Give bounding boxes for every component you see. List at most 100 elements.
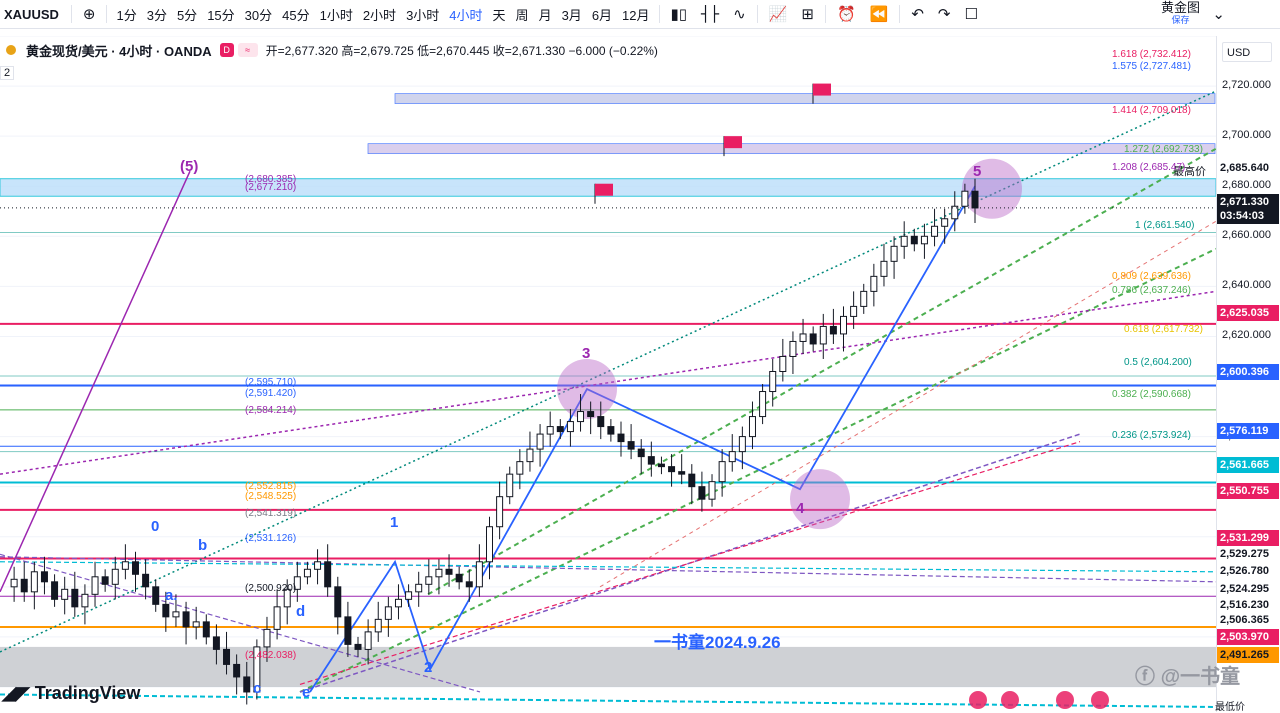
- candle-body: [51, 581, 59, 600]
- candle-body: [364, 631, 372, 650]
- interval-5[interactable]: 45分: [277, 0, 314, 28]
- interval-9[interactable]: 4小时: [444, 0, 487, 28]
- candle-body: [809, 333, 817, 345]
- candle-body: [354, 643, 362, 650]
- candle-body: [880, 260, 888, 277]
- candle-body: [303, 568, 311, 578]
- event-marker-icon: [1091, 691, 1109, 709]
- candle-body: [20, 578, 28, 593]
- price-tick: 2,660.000: [1222, 229, 1271, 242]
- candle-body: [748, 416, 756, 438]
- candle-body: [566, 421, 574, 433]
- wave-highlight-circle: [557, 359, 617, 420]
- interval-2[interactable]: 5分: [172, 0, 202, 28]
- candle-body: [223, 648, 231, 665]
- trend-line: [0, 693, 1216, 708]
- brand-name: TradingView: [34, 683, 141, 703]
- price-label: 2,516.230: [1217, 597, 1279, 613]
- templates-icon[interactable]: ⊞: [794, 0, 821, 28]
- wave-label: 4: [796, 500, 805, 517]
- interval-8[interactable]: 3小时: [401, 0, 444, 28]
- event-marker-icon: [1001, 691, 1019, 709]
- candle-body: [738, 436, 746, 453]
- candle-body: [910, 235, 918, 245]
- candle-body: [162, 603, 170, 618]
- currency-selector[interactable]: USD: [1222, 42, 1272, 62]
- price-tick: 2,720.000: [1222, 79, 1271, 92]
- interval-15[interactable]: 12月: [617, 0, 654, 28]
- interval-12[interactable]: 月: [534, 0, 557, 28]
- layout-icon[interactable]: ☐: [957, 0, 984, 28]
- candle-body: [121, 561, 129, 570]
- wave-highlight-circle: [962, 158, 1022, 219]
- interval-1[interactable]: 3分: [142, 0, 172, 28]
- alert-icon[interactable]: ⏰: [830, 0, 863, 28]
- fib-level-label: (2,591.420): [245, 388, 297, 399]
- price-tick: 2,640.000: [1222, 279, 1271, 292]
- candle-body: [870, 275, 878, 292]
- bar-style-icon[interactable]: ┤├: [694, 0, 726, 28]
- divider: [106, 5, 108, 23]
- price-label: 2,524.295: [1217, 581, 1279, 597]
- fib-level-label: (2,595.710): [245, 377, 297, 388]
- trend-line: [0, 561, 1216, 573]
- save-layout-button[interactable]: 黄金图 保存: [1161, 0, 1200, 28]
- wave-label: 2: [424, 659, 433, 676]
- candle-body: [678, 471, 686, 475]
- candle-body: [850, 305, 858, 317]
- author-tag: ⓕ @一书童: [1135, 666, 1241, 688]
- indicator-legend[interactable]: 2: [0, 66, 15, 80]
- candle-body: [131, 561, 139, 575]
- interval-14[interactable]: 6月: [587, 0, 617, 28]
- candle-body: [152, 586, 160, 605]
- trend-line: [0, 170, 191, 593]
- candle-body: [182, 611, 190, 628]
- indicators-icon[interactable]: 📈: [762, 0, 795, 28]
- candle-body: [415, 583, 423, 593]
- replay-icon[interactable]: ⏪: [863, 0, 896, 28]
- event-marker-icon: [1056, 691, 1074, 709]
- add-symbol-icon[interactable]: ⊕: [76, 0, 103, 28]
- interval-4[interactable]: 30分: [240, 0, 277, 28]
- price-label: 2,529.275: [1217, 546, 1279, 562]
- fib-level-label: (2,677.210): [245, 182, 297, 193]
- redo-icon[interactable]: ↷: [931, 0, 958, 28]
- support-zone: [0, 646, 1216, 687]
- interval-list: 1分 3分 5分 15分 30分 45分 1小时 2小时 3小时 4小时天周月 3月 6月 12月: [111, 0, 654, 28]
- line-style-icon[interactable]: ∿: [726, 0, 753, 28]
- fib-level-label: 1.618 (2,732.412): [1112, 49, 1191, 60]
- candle-body: [627, 441, 635, 450]
- interval-11[interactable]: 周: [511, 0, 534, 28]
- wave-label: a.: [165, 587, 178, 604]
- price-label: 2,576.119: [1217, 423, 1279, 439]
- divider: [756, 5, 758, 23]
- interval-13[interactable]: 3月: [557, 0, 587, 28]
- undo-icon[interactable]: ↶: [904, 0, 931, 28]
- candle-body: [617, 433, 625, 443]
- interval-6[interactable]: 1小时: [315, 0, 358, 28]
- interval-3[interactable]: 15分: [202, 0, 239, 28]
- symbol-selector[interactable]: XAUUSD: [0, 0, 67, 28]
- candle-body: [971, 190, 979, 209]
- price-label: 03:54:03: [1217, 208, 1279, 224]
- save-label: 保存: [1171, 15, 1190, 25]
- price-label: 2,685.640: [1217, 160, 1279, 176]
- price-label: 2,561.665: [1217, 457, 1279, 473]
- wave-label: (5): [180, 158, 199, 175]
- candle-body: [577, 411, 585, 423]
- candle-body: [819, 325, 827, 345]
- candle-body: [829, 325, 837, 335]
- interval-0[interactable]: 1分: [111, 0, 141, 28]
- candle-body: [30, 571, 38, 593]
- divider: [70, 5, 72, 23]
- candle-body: [496, 496, 504, 528]
- dropdown-chevron-icon[interactable]: ⌄: [1205, 0, 1232, 28]
- candle-body: [708, 481, 716, 500]
- interval-7[interactable]: 2小时: [358, 0, 401, 28]
- top-toolbar: XAUUSD ⊕ 1分 3分 5分 15分 30分 45分 1小时 2小时 3小时 4小时天周月 3…: [0, 0, 1280, 29]
- candle-body: [597, 416, 605, 428]
- candle-style-icon[interactable]: ▮▯: [664, 0, 695, 28]
- price-chart[interactable]: [0, 36, 1216, 712]
- interval-10[interactable]: 天: [488, 0, 511, 28]
- event-marker-icon: [969, 691, 987, 709]
